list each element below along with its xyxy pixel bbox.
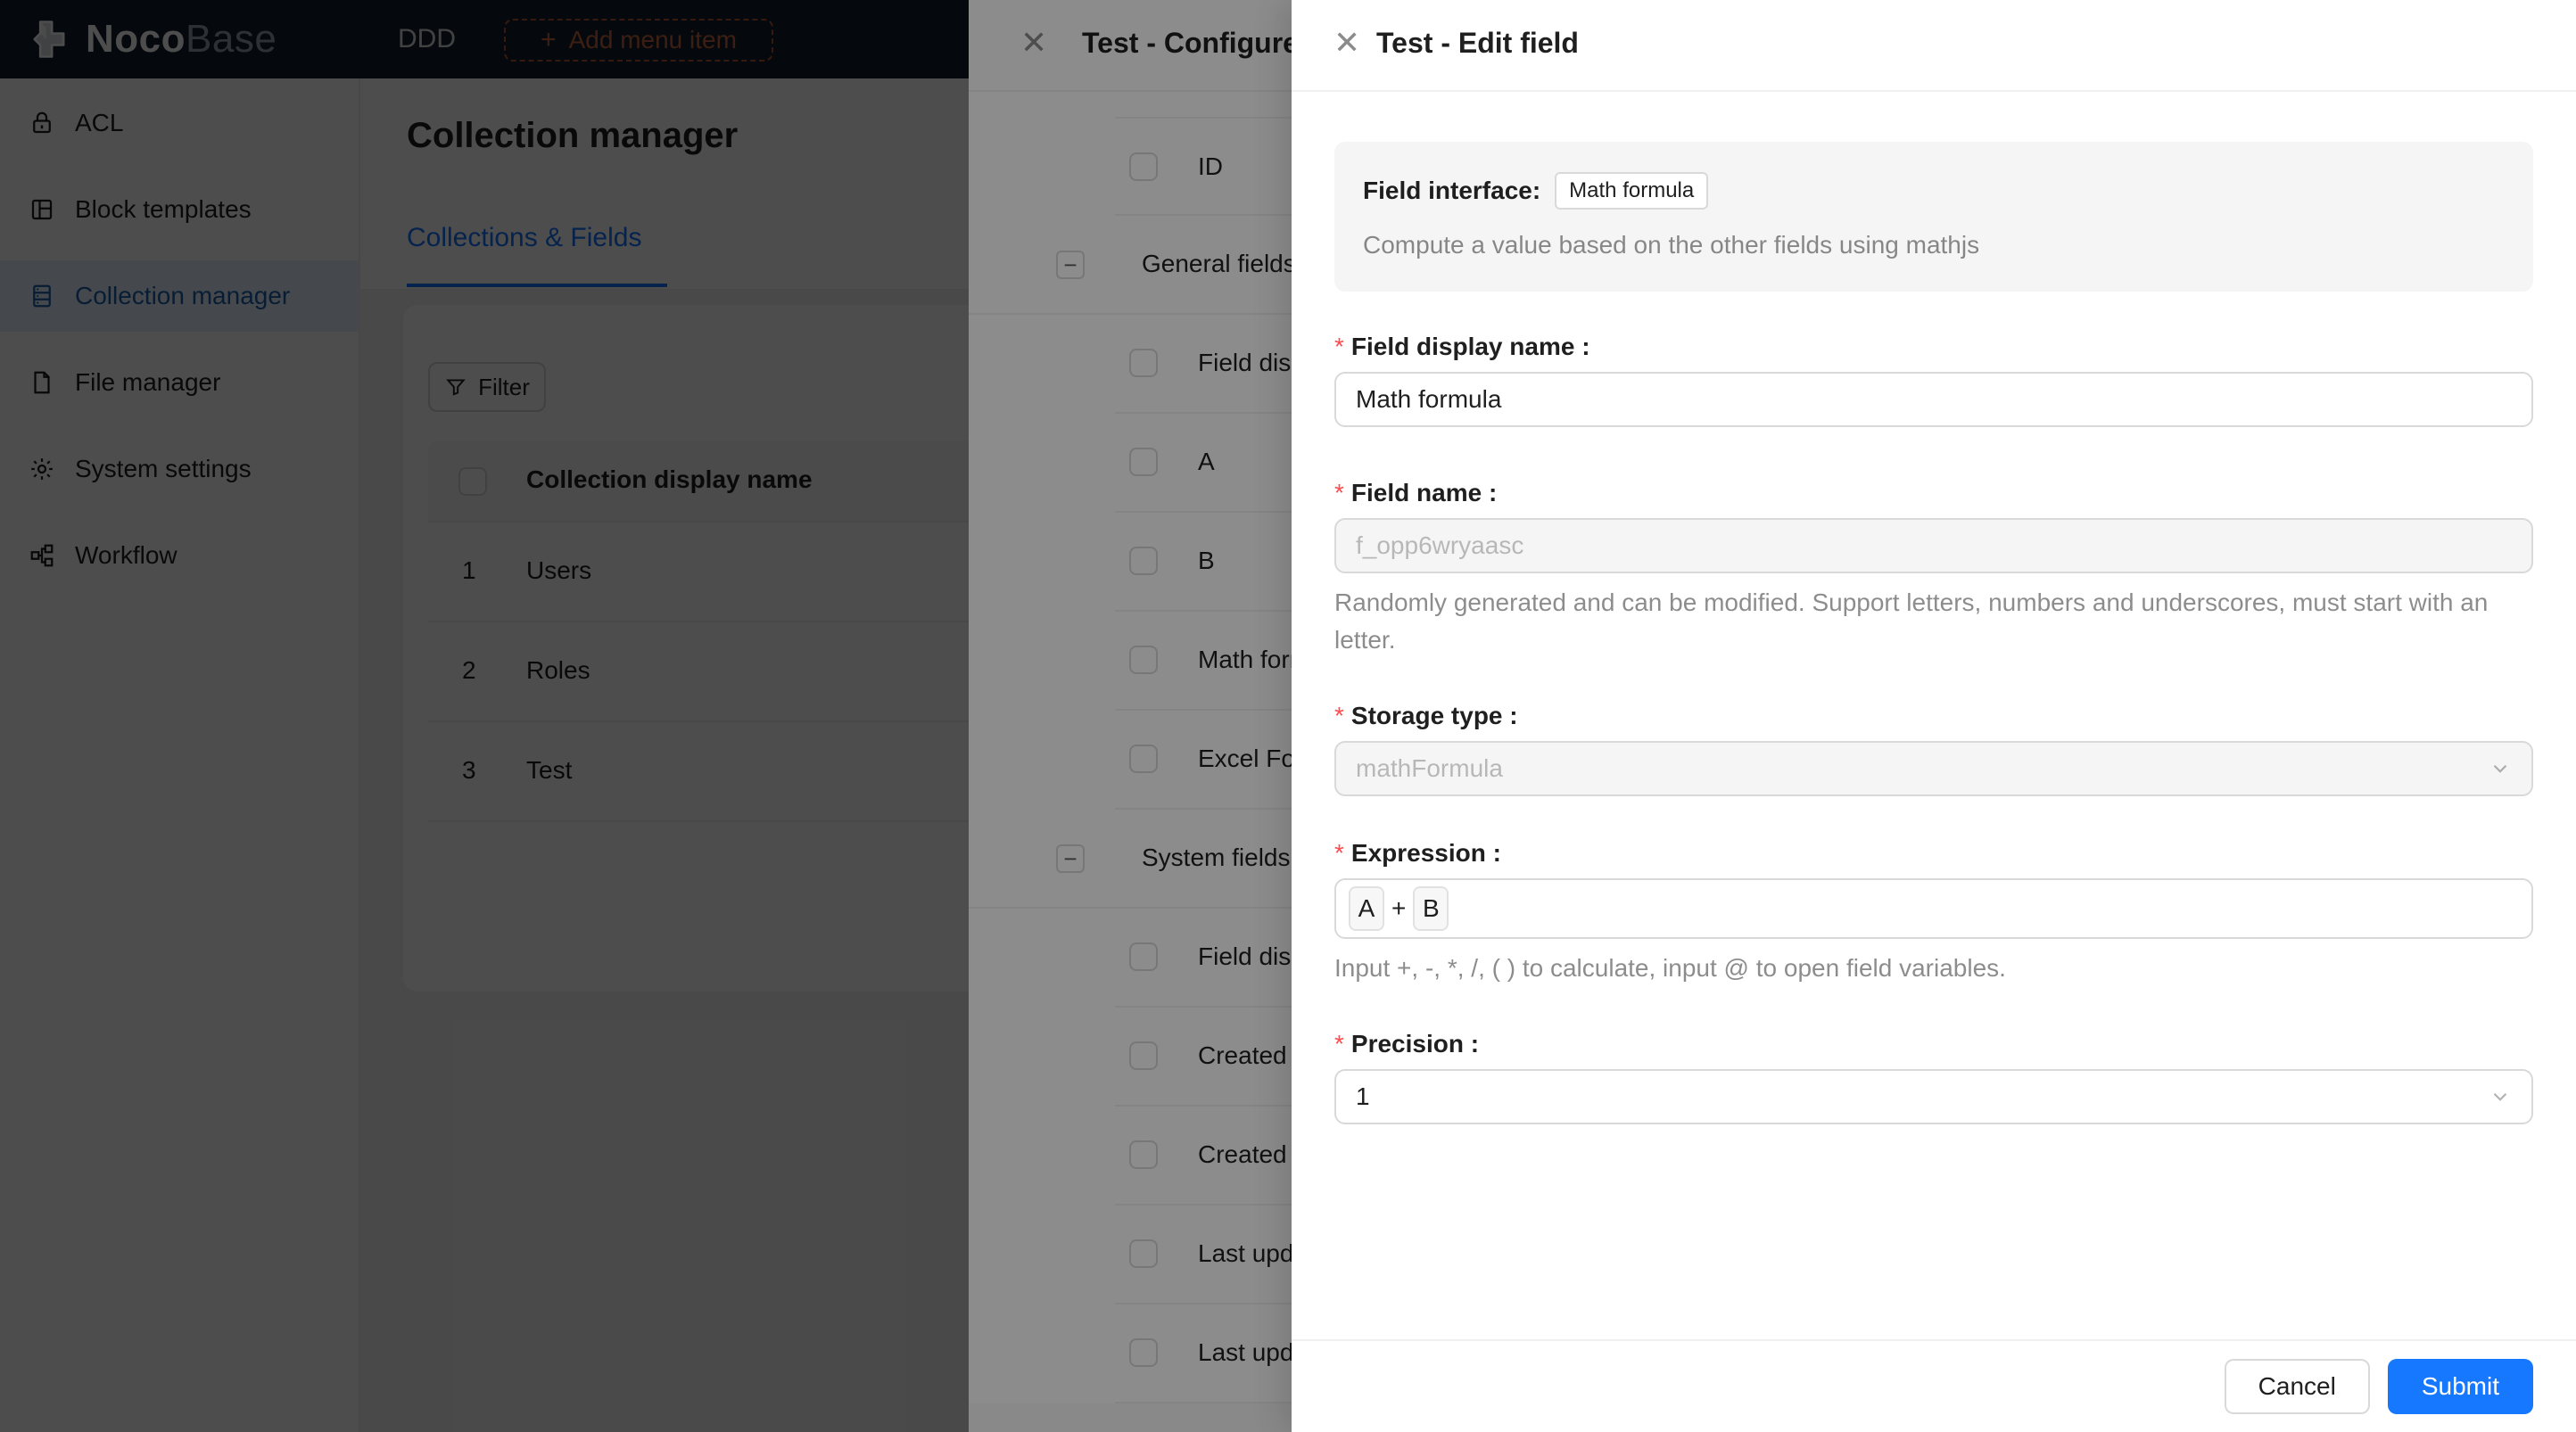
field-display-name-label: Field display name <box>1350 333 1575 360</box>
form-item-expression: * Expression : A + B Input +, -, *, /, (… <box>1334 837 2533 987</box>
form-item-storage-type: * Storage type : mathFormula <box>1334 700 2533 796</box>
required-asterisk: * <box>1334 839 1344 867</box>
label-colon: : <box>1463 1030 1480 1058</box>
chevron-down-icon <box>2489 1085 2512 1108</box>
label-colon: : <box>1502 702 1518 729</box>
required-asterisk: * <box>1334 702 1344 729</box>
precision-select[interactable]: 1 <box>1334 1069 2533 1124</box>
submit-button[interactable]: Submit <box>2387 1359 2533 1414</box>
form-item-field-name: * Field name : f_opp6wryaasc Randomly ge… <box>1334 477 2533 659</box>
precision-label: Precision <box>1350 1030 1464 1058</box>
chevron-down-icon <box>2489 757 2512 780</box>
expression-label: Expression <box>1350 839 1486 867</box>
required-asterisk: * <box>1334 1030 1344 1058</box>
storage-type-value: mathFormula <box>1356 754 1503 782</box>
precision-value: 1 <box>1356 1082 1370 1110</box>
label-colon: : <box>1482 479 1498 506</box>
label-colon: : <box>1574 333 1590 360</box>
edit-field-drawer: ✕ Test - Edit field Field interface: Mat… <box>1292 0 2576 1432</box>
label-colon: : <box>1485 839 1501 867</box>
field-name-input: f_opp6wryaasc <box>1334 518 2533 573</box>
field-interface-label: Field interface: <box>1363 177 1541 204</box>
field-display-name-input[interactable]: Math formula <box>1334 372 2533 427</box>
field-interface-panel: Field interface: Math formula Compute a … <box>1334 142 2533 292</box>
close-icon[interactable]: ✕ <box>1333 27 1360 59</box>
field-name-help-text: Randomly generated and can be modified. … <box>1334 588 2489 654</box>
storage-type-select: mathFormula <box>1334 741 2533 796</box>
required-asterisk: * <box>1334 333 1344 360</box>
expression-help-text: Input +, -, *, /, ( ) to calculate, inpu… <box>1334 954 2006 982</box>
expression-variable-tag[interactable]: B <box>1413 886 1449 931</box>
expression-input[interactable]: A + B <box>1334 878 2533 939</box>
edit-drawer-footer: Cancel Submit <box>1292 1339 2576 1432</box>
edit-drawer-header: ✕ Test - Edit field <box>1292 0 2576 92</box>
expression-operator: + <box>1391 894 1407 922</box>
form-item-field-display-name: * Field display name : Math formula <box>1334 331 2533 427</box>
cancel-button[interactable]: Cancel <box>2224 1359 2370 1414</box>
field-name-label: Field name <box>1350 479 1482 506</box>
required-asterisk: * <box>1334 479 1344 506</box>
edit-drawer-title: Test - Edit field <box>1376 27 1579 59</box>
form-item-precision: * Precision : 1 <box>1334 1028 2533 1124</box>
edit-drawer-body: Field interface: Math formula Compute a … <box>1292 92 2576 1337</box>
storage-type-label: Storage type <box>1350 702 1503 729</box>
expression-variable-tag[interactable]: A <box>1349 886 1384 931</box>
field-interface-description: Compute a value based on the other field… <box>1363 231 1980 259</box>
field-interface-tag: Math formula <box>1555 172 1709 210</box>
